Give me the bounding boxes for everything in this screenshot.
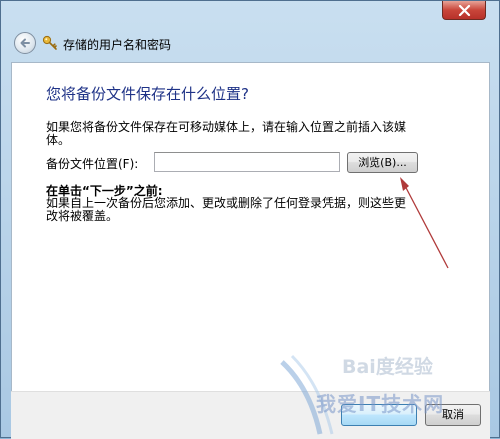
browse-button[interactable]: 浏览(B)... bbox=[347, 152, 418, 173]
key-icon bbox=[42, 35, 57, 50]
close-x-icon bbox=[458, 5, 471, 16]
backup-location-label: 备份文件位置(F): bbox=[46, 157, 139, 171]
back-button[interactable] bbox=[14, 32, 36, 54]
cancel-button[interactable]: 取消 bbox=[425, 404, 481, 426]
next-button[interactable] bbox=[341, 404, 417, 426]
removable-media-note: 如果您将备份文件保存在可移动媒体上，请在输入位置之前插入该媒体。 bbox=[46, 120, 407, 147]
before-next-warning: 如果自上一次备份后您添加、更改或删除了任何登录凭据，则这些更改将被覆盖。 bbox=[46, 196, 407, 223]
dialog-window: 存储的用户名和密码 您将备份文件保存在什么位置? 如果您将备份文件保存在可移动媒… bbox=[0, 0, 500, 439]
content-panel: 您将备份文件保存在什么位置? 如果您将备份文件保存在可移动媒体上，请在输入位置之… bbox=[11, 62, 490, 439]
title-bar: 存储的用户名和密码 bbox=[1, 27, 500, 59]
backup-location-input[interactable] bbox=[154, 152, 340, 172]
dialog-footer: 取消 bbox=[11, 391, 490, 439]
window-title: 存储的用户名和密码 bbox=[63, 38, 172, 52]
back-arrow-icon bbox=[20, 38, 30, 48]
close-button[interactable] bbox=[442, 1, 486, 20]
page-heading: 您将备份文件保存在什么位置? bbox=[46, 85, 249, 103]
